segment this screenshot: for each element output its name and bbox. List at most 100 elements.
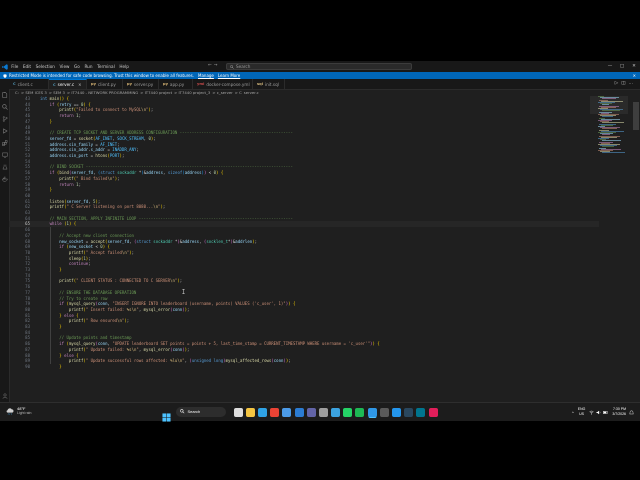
settings-app-icon[interactable]	[318, 407, 328, 417]
tab-label: client.c	[17, 81, 33, 87]
code-line[interactable]: 90 }	[9, 364, 599, 370]
windows-taskbar: 48°F Light rain Search ^ ENG US 7:30 PM …	[0, 402, 640, 422]
window-controls: — □ ✕	[604, 61, 640, 72]
input-region[interactable]: US	[578, 412, 586, 417]
maximize-icon[interactable]: □	[616, 64, 628, 69]
tray-chevron-icon[interactable]: ^	[572, 410, 574, 415]
breadcrumb-item[interactable]: > c_server	[212, 90, 232, 95]
run-debug-icon[interactable]	[2, 119, 8, 134]
start-button[interactable]	[162, 407, 171, 422]
mail-icon[interactable]	[294, 407, 304, 417]
account-icon[interactable]	[2, 384, 8, 399]
breadcrumb-item[interactable]: > SEM 3	[49, 90, 65, 95]
vscode-app-icon[interactable]	[367, 407, 377, 417]
spotify-icon[interactable]	[355, 407, 365, 417]
steam-icon[interactable]	[404, 407, 414, 417]
slack-icon[interactable]	[428, 407, 438, 417]
code-editor[interactable]: 43 int main() {44 if (retry == 0) {45 pri…	[9, 96, 640, 413]
source-control-icon[interactable]	[2, 107, 8, 122]
nav-arrows[interactable]: ←→	[208, 63, 220, 68]
title-bar: File Edit Selection View Go Run Terminal…	[0, 61, 640, 72]
banner-close-icon[interactable]: ✕	[633, 73, 636, 78]
explorer-icon[interactable]	[1, 83, 8, 98]
windows-logo-icon	[162, 413, 171, 422]
shield-icon	[3, 73, 7, 78]
tab-init-sql[interactable]: sql init.sql	[253, 79, 285, 89]
weather-desc: Light rain	[17, 411, 32, 415]
volume-icon[interactable]	[596, 410, 601, 415]
vscode-logo-icon	[0, 61, 9, 72]
menu-go[interactable]: Go	[72, 64, 82, 69]
more-actions-icon[interactable]: …	[629, 81, 637, 86]
mysql-icon[interactable]	[416, 407, 426, 417]
breadcrumb: C: > SEM ICES 3 > SEM 3 > IT7440 - NETWORK …	[9, 89, 640, 96]
tab-server-py[interactable]: py server.py	[123, 79, 159, 89]
scrollbar-thumb[interactable]	[633, 102, 639, 130]
clock-date[interactable]: 3/7/2026	[612, 412, 626, 417]
breadcrumb-item[interactable]: > C	[235, 90, 242, 95]
edge-browser-icon[interactable]	[257, 407, 267, 417]
file-type-icon: yml	[197, 82, 205, 86]
forward-arrow-icon[interactable]: →	[214, 63, 220, 68]
close-window-icon[interactable]: ✕	[628, 64, 640, 69]
breadcrumb-item[interactable]: C:	[15, 90, 19, 95]
mouse-cursor-icon	[182, 289, 185, 294]
chrome-icon[interactable]	[270, 407, 280, 417]
minimap[interactable]	[598, 96, 628, 156]
menu-view[interactable]: View	[57, 64, 72, 69]
tab-client-c[interactable]: Cclient.c	[9, 79, 49, 89]
battery-icon[interactable]	[603, 410, 608, 415]
task-view-icon[interactable]	[233, 407, 243, 417]
breadcrumb-item[interactable]: server.c	[244, 90, 259, 95]
search-sidebar-icon[interactable]	[1, 95, 8, 110]
docker-icon[interactable]	[1, 167, 8, 182]
notification-bell-icon[interactable]	[629, 410, 634, 415]
store-icon[interactable]	[282, 407, 292, 417]
file-explorer-icon[interactable]	[245, 407, 255, 417]
remote-explorer-icon[interactable]	[1, 143, 8, 158]
minimize-icon[interactable]: —	[604, 64, 616, 69]
wifi-icon[interactable]	[589, 410, 595, 415]
breadcrumb-item[interactable]: > IT7440 - NETWORK PROGRAMMING	[67, 90, 138, 95]
tab-label: client.py	[97, 81, 116, 87]
menu-help[interactable]: Help	[117, 64, 131, 69]
restricted-mode-banner: Restricted Mode is intended for safe cod…	[0, 72, 640, 79]
tab-close-icon[interactable]: ×	[78, 82, 81, 87]
whatsapp-icon[interactable]	[343, 407, 353, 417]
extensions-icon[interactable]	[1, 131, 8, 146]
indent-guide	[50, 227, 51, 364]
taskbar-search[interactable]: Search	[176, 406, 226, 417]
menu-edit[interactable]: Edit	[21, 64, 34, 69]
tab-docker-compose-yml[interactable]: yml docker-compose.yml	[193, 79, 253, 89]
editor-scrollbar[interactable]	[632, 96, 640, 413]
tab-client-py[interactable]: py client.py	[87, 79, 123, 89]
command-center-search[interactable]: Search	[226, 63, 412, 70]
tab-label: server.c	[57, 82, 75, 87]
testing-icon[interactable]	[2, 155, 8, 170]
taskbar-apps	[232, 406, 439, 418]
tab-server-c[interactable]: Cserver.c ×	[49, 79, 87, 89]
line-number: 90	[25, 363, 30, 369]
breadcrumb-item[interactable]: > IT7440 project	[140, 90, 172, 95]
docker-app-icon[interactable]	[392, 407, 402, 417]
split-editor-icon[interactable]: ◫	[621, 81, 628, 86]
photos-icon[interactable]	[331, 407, 341, 417]
breadcrumb-item[interactable]: > IT7440 project_3	[174, 90, 210, 95]
tab-label: docker-compose.yml	[206, 81, 250, 87]
terminal-icon[interactable]	[379, 407, 389, 417]
taskbar-search-icon	[180, 409, 185, 414]
breadcrumb-item[interactable]: > SEM ICES 3	[21, 90, 47, 95]
command-center-label: Search	[236, 64, 251, 69]
taskbar-search-label: Search	[187, 409, 201, 414]
menu-run[interactable]: Run	[82, 64, 95, 69]
file-type-icon: C	[13, 82, 16, 86]
tab-app-py[interactable]: py app.py	[159, 79, 193, 89]
minimap-line	[602, 152, 625, 154]
teams-icon[interactable]	[306, 407, 316, 417]
weather-widget[interactable]: 48°F Light rain	[6, 406, 31, 416]
menu-file[interactable]: File	[9, 64, 21, 69]
menu-terminal[interactable]: Terminal	[95, 64, 117, 69]
banner-manage-link[interactable]: Manage	[198, 73, 214, 78]
banner-learn-more-link[interactable]: Learn More	[218, 73, 240, 78]
menu-selection[interactable]: Selection	[33, 64, 57, 69]
